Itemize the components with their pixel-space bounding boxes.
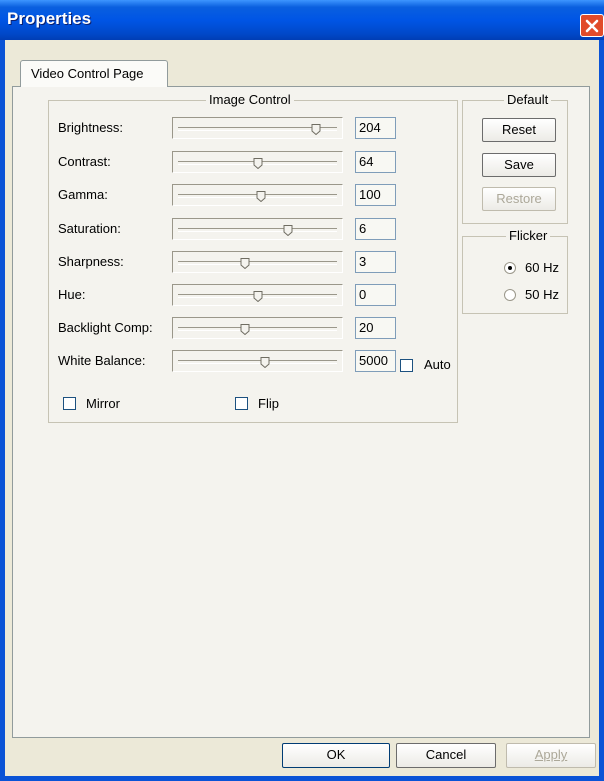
slider-label: Gamma:	[58, 187, 108, 202]
slider-value[interactable]: 6	[355, 218, 396, 240]
flicker-legend: Flicker	[506, 228, 551, 243]
window-frame-left	[0, 40, 5, 781]
mirror-checkbox[interactable]	[63, 397, 76, 410]
slider-track	[178, 228, 337, 232]
cancel-button[interactable]: Cancel	[396, 743, 496, 768]
slider-thumb[interactable]	[311, 123, 321, 136]
radio-selected-dot	[508, 266, 512, 270]
slider-label: Saturation:	[58, 221, 121, 236]
slider[interactable]	[172, 284, 343, 306]
slider[interactable]	[172, 251, 343, 273]
slider-thumb[interactable]	[240, 257, 250, 270]
slider[interactable]	[172, 151, 343, 173]
window-frame-bottom	[0, 776, 604, 781]
slider-thumb[interactable]	[283, 224, 293, 237]
properties-window: Properties Video Control Page Image Cont…	[0, 0, 604, 781]
mirror-label: Mirror	[86, 396, 120, 411]
slider-value[interactable]: 5000	[355, 350, 396, 372]
slider[interactable]	[172, 317, 343, 339]
slider-thumb[interactable]	[260, 356, 270, 369]
slider-thumb[interactable]	[240, 323, 250, 336]
restore-button[interactable]: Restore	[482, 187, 556, 211]
slider[interactable]	[172, 218, 343, 240]
slider-value[interactable]: 3	[355, 251, 396, 273]
slider-label: Brightness:	[58, 120, 124, 135]
auto-label: Auto	[424, 357, 451, 372]
flicker-group	[462, 236, 568, 314]
slider-label: Hue:	[58, 287, 86, 302]
tab-label: Video Control Page	[31, 66, 144, 81]
slider[interactable]	[172, 184, 343, 206]
save-button[interactable]: Save	[482, 153, 556, 177]
apply-button[interactable]: Apply	[506, 743, 596, 768]
slider[interactable]	[172, 117, 343, 139]
slider-value[interactable]: 204	[355, 117, 396, 139]
flip-label: Flip	[258, 396, 279, 411]
default-legend: Default	[504, 92, 552, 107]
slider-value[interactable]: 20	[355, 317, 396, 339]
tab-video-control-page[interactable]: Video Control Page	[20, 60, 168, 87]
close-button[interactable]	[580, 14, 604, 37]
slider-track	[178, 327, 337, 331]
slider-label: Backlight Comp:	[58, 320, 153, 335]
slider-value[interactable]: 64	[355, 151, 396, 173]
slider-thumb[interactable]	[253, 290, 263, 303]
slider-label: Contrast:	[58, 154, 111, 169]
radio-50hz-label: 50 Hz	[525, 287, 559, 302]
window-title: Properties	[7, 9, 92, 28]
slider-thumb[interactable]	[256, 190, 266, 203]
reset-button[interactable]: Reset	[482, 118, 556, 142]
slider-value[interactable]: 100	[355, 184, 396, 206]
radio-50hz[interactable]	[504, 289, 516, 301]
ok-button[interactable]: OK	[282, 743, 390, 768]
slider-label: Sharpness:	[58, 254, 124, 269]
flip-checkbox[interactable]	[235, 397, 248, 410]
slider-label: White Balance:	[58, 353, 146, 368]
close-icon	[585, 19, 599, 33]
auto-checkbox[interactable]	[400, 359, 413, 372]
slider-track	[178, 360, 337, 364]
image-control-legend: Image Control	[206, 92, 294, 107]
window-frame-right	[599, 40, 604, 781]
radio-60hz-label: 60 Hz	[525, 260, 559, 275]
slider-thumb[interactable]	[253, 157, 263, 170]
slider-value[interactable]: 0	[355, 284, 396, 306]
slider-track	[178, 261, 337, 265]
slider[interactable]	[172, 350, 343, 372]
title-bar[interactable]: Properties	[0, 0, 604, 40]
radio-60hz[interactable]	[504, 262, 516, 274]
